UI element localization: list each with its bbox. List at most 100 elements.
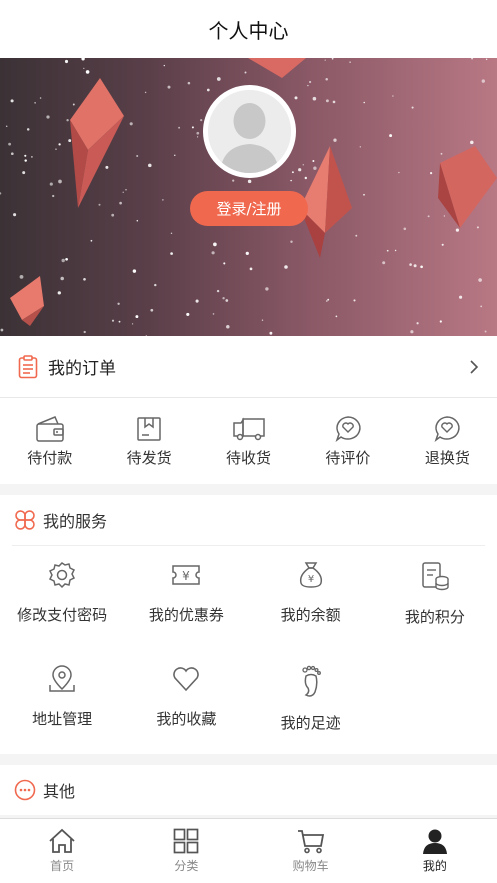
order-pending-shipment[interactable]: 待发货: [99, 398, 198, 484]
star-dot: [409, 263, 412, 266]
star-dot: [471, 58, 474, 60]
service-footprints[interactable]: 我的足迹: [249, 664, 373, 768]
star-dot: [308, 80, 312, 84]
my-orders-row[interactable]: 我的订单: [0, 336, 497, 398]
star-dot: [363, 101, 365, 104]
star-dot: [8, 142, 12, 146]
services-header: 我的服务: [0, 495, 497, 545]
star-dot: [389, 134, 393, 138]
star-dot: [178, 126, 181, 129]
coupon-icon: ¥: [172, 565, 201, 585]
service-favorites[interactable]: 我的收藏: [124, 664, 248, 768]
star-dot: [206, 88, 210, 92]
tab-home[interactable]: 首页: [0, 819, 124, 883]
location-icon: [49, 665, 75, 692]
star-dot: [26, 128, 30, 131]
star-dot: [403, 227, 407, 231]
star-dot: [439, 320, 442, 323]
star-dot: [68, 139, 72, 143]
star-dot: [225, 299, 229, 302]
tab-cart[interactable]: 购物车: [249, 819, 373, 883]
order-pending-payment[interactable]: 待付款: [0, 398, 99, 484]
star-dot: [484, 330, 487, 333]
tab-category[interactable]: 分类: [124, 819, 248, 883]
star-dot: [413, 264, 417, 268]
service-label: 我的积分: [404, 608, 465, 626]
star-dot: [313, 166, 317, 170]
star-dot: [191, 126, 194, 129]
star-dot: [64, 59, 69, 64]
service-coupons[interactable]: ¥ 我的优惠券: [124, 560, 248, 664]
star-dot: [485, 58, 488, 61]
star-dot: [46, 115, 50, 119]
chevron-right-icon: [470, 359, 479, 374]
star-dot: [427, 215, 430, 218]
star-dot: [66, 119, 69, 122]
home-icon: [49, 828, 75, 853]
svg-text:¥: ¥: [307, 574, 313, 585]
other-section-header[interactable]: 其他: [0, 765, 497, 815]
tab-mine[interactable]: 我的: [373, 819, 497, 883]
star-dot: [57, 291, 61, 295]
star-dot: [58, 179, 62, 184]
points-icon: [422, 562, 449, 591]
service-label: 我的优惠券: [148, 606, 224, 624]
crystal-decoration: [438, 146, 497, 228]
star-dot: [302, 164, 305, 166]
star-dot: [136, 219, 139, 222]
star-dot: [420, 265, 423, 269]
star-dot: [398, 171, 400, 174]
star-dot: [136, 154, 139, 158]
star-dot: [410, 330, 414, 334]
service-change-password[interactable]: 修改支付密码: [0, 560, 124, 664]
star-dot: [441, 243, 444, 246]
star-dot: [226, 325, 230, 329]
star-dot: [392, 95, 394, 97]
star-dot: [332, 100, 336, 104]
star-dot: [269, 331, 273, 335]
services-section: 我的服务 修改支付密码 ¥ 我的优惠券 ¥ 我的余额 我的积分 地址管理 我的收…: [0, 495, 497, 754]
service-label: 地址管理: [32, 710, 93, 728]
service-balance[interactable]: ¥ 我的余额: [249, 560, 373, 664]
star-dot: [359, 146, 361, 148]
svg-text:¥: ¥: [183, 569, 191, 583]
star-dot: [39, 97, 42, 99]
my-orders-title: 我的订单: [48, 359, 116, 379]
other-title: 其他: [43, 782, 76, 801]
star-dot: [163, 64, 165, 67]
star-dot: [325, 99, 329, 103]
footprint-icon: [301, 665, 321, 697]
star-dot: [324, 59, 326, 61]
star-dot: [148, 163, 152, 168]
star-dot: [150, 308, 154, 312]
order-return-exchange[interactable]: 退换货: [398, 398, 497, 484]
star-dot: [118, 320, 121, 323]
login-register-button[interactable]: 登录/注册: [190, 191, 308, 226]
star-dot: [60, 276, 64, 281]
star-dot: [312, 96, 317, 101]
star-dot: [216, 77, 221, 81]
star-dot: [31, 156, 33, 158]
gear-icon: [49, 562, 76, 589]
grid-icon: [174, 828, 199, 854]
service-points[interactable]: 我的积分: [373, 560, 497, 664]
service-address[interactable]: 地址管理: [0, 664, 124, 768]
star-dot: [382, 261, 386, 265]
star-dot: [55, 148, 57, 150]
star-dot: [211, 251, 215, 255]
star-dot: [197, 136, 199, 138]
star-dot: [98, 203, 101, 206]
star-dot: [312, 160, 315, 162]
tab-label: 我的: [422, 859, 447, 873]
star-dot: [81, 58, 85, 61]
star-dot: [119, 201, 122, 205]
star-dot: [325, 300, 328, 302]
order-pending-review[interactable]: 待评价: [298, 398, 397, 484]
star-dot: [349, 61, 351, 63]
order-status-label: 退换货: [424, 448, 470, 467]
star-dot: [83, 330, 86, 334]
avatar[interactable]: [203, 85, 296, 178]
order-pending-receipt[interactable]: 待收货: [199, 398, 298, 484]
crystal-decoration: [248, 58, 306, 78]
tab-label: 购物车: [292, 859, 329, 873]
